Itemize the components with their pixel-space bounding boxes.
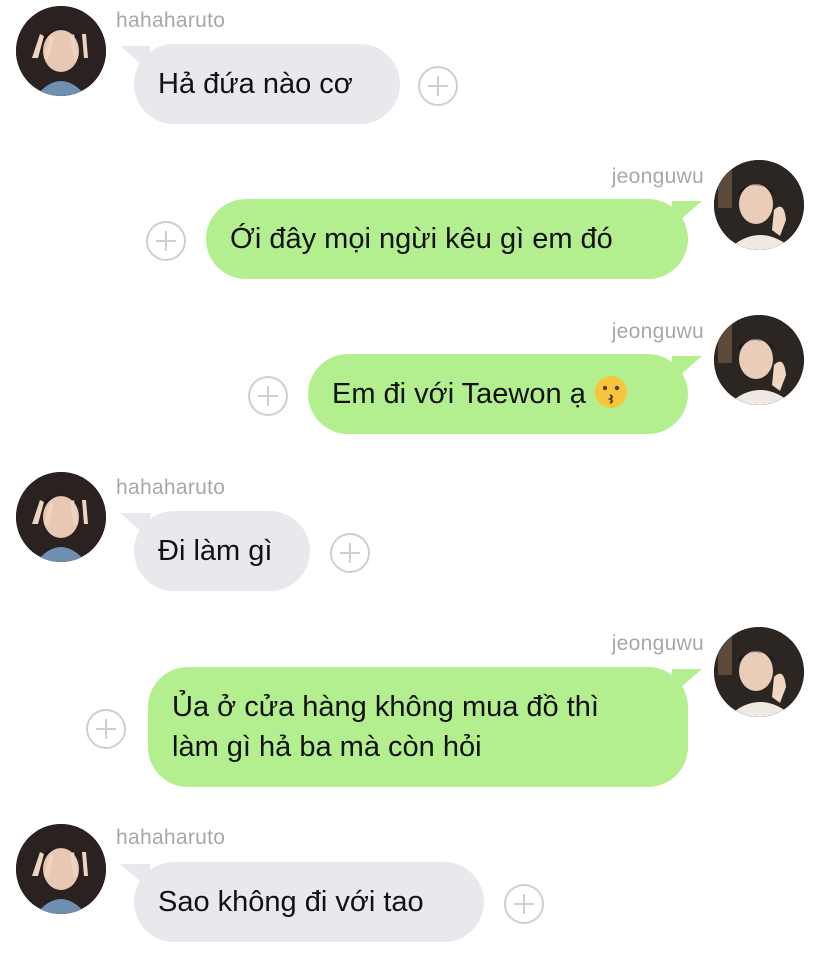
avatar-jeonguwu[interactable]: [714, 160, 804, 250]
avatar-hahaharuto[interactable]: [16, 824, 106, 914]
add-reaction-icon[interactable]: [418, 66, 458, 106]
avatar-image: [714, 160, 804, 250]
username: hahaharuto: [116, 826, 226, 849]
message-row: hahaharuto Đi làm gì: [0, 468, 820, 608]
message-row: hahaharuto Hả đứa nào cơ: [0, 0, 820, 140]
message-text-line: Ủa ở cửa hàng không mua đồ thì: [172, 691, 599, 723]
avatar-image: [16, 472, 106, 562]
add-reaction-icon[interactable]: [86, 709, 126, 749]
message-bubble[interactable]: Sao không đi với tao: [120, 862, 484, 942]
message-text: Em đi với Taewon ạ: [332, 378, 586, 410]
message-row: hahaharuto Sao không đi với tao: [0, 818, 820, 958]
message-bubble[interactable]: Ủa ở cửa hàng không mua đồ thì làm gì hả…: [148, 667, 702, 787]
message-bubble[interactable]: Ới đây mọi ngừi kêu gì em đó: [206, 199, 702, 279]
avatar-hahaharuto[interactable]: [16, 472, 106, 562]
avatar-jeonguwu[interactable]: [714, 627, 804, 717]
username: jeonguwu: [611, 165, 704, 188]
add-reaction-icon[interactable]: [330, 533, 370, 573]
add-reaction-icon[interactable]: [248, 376, 288, 416]
add-reaction-icon[interactable]: [504, 884, 544, 924]
username: hahaharuto: [116, 9, 226, 32]
message-bubble[interactable]: Hả đứa nào cơ: [120, 44, 400, 124]
message-text: Đi làm gì: [158, 535, 273, 567]
avatar-image: [16, 824, 106, 914]
message-bubble[interactable]: Đi làm gì: [120, 511, 310, 591]
avatar-image: [714, 627, 804, 717]
message-text: Ới đây mọi ngừi kêu gì em đó: [230, 223, 613, 255]
message-text: Sao không đi với tao: [158, 886, 424, 918]
kissing-face-icon: [594, 376, 627, 408]
message-row: jeonguwu Ủa ở cửa hàng không mua đồ thì …: [0, 617, 820, 797]
username: jeonguwu: [611, 632, 704, 655]
avatar-image: [16, 6, 106, 96]
message-row: jeonguwu Em đi với Taewon ạ: [0, 305, 820, 445]
avatar-hahaharuto[interactable]: [16, 6, 106, 96]
username: hahaharuto: [116, 476, 226, 499]
message-row: jeonguwu Ới đây mọi ngừi kêu gì em đó: [0, 150, 820, 290]
message-text-line: làm gì hả ba mà còn hỏi: [172, 731, 482, 763]
message-text: Hả đứa nào cơ: [158, 68, 353, 100]
username: jeonguwu: [611, 320, 704, 343]
avatar-jeonguwu[interactable]: [714, 315, 804, 405]
avatar-image: [714, 315, 804, 405]
add-reaction-icon[interactable]: [146, 221, 186, 261]
message-bubble[interactable]: Em đi với Taewon ạ: [308, 354, 702, 434]
